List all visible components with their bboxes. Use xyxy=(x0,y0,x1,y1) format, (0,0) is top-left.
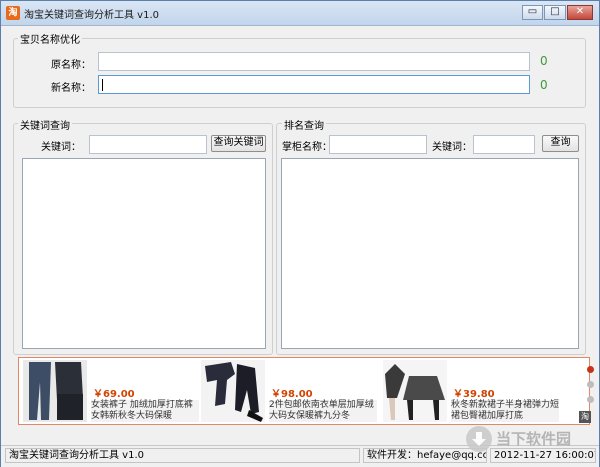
app-icon: 淘 xyxy=(6,6,20,20)
ad-price: ￥69.00 xyxy=(93,389,135,400)
ad-item-3[interactable]: ￥39.80 秋冬新款裙子半身裙弹力短裙包臀裙加厚打底 xyxy=(383,360,563,422)
ad-badge: 淘 xyxy=(579,411,591,423)
ad-price: ￥98.00 xyxy=(271,389,313,400)
new-name-label: 新名称： xyxy=(51,83,91,94)
ranking-query-group-label: 排名查询 xyxy=(282,117,326,132)
ad-item-1[interactable]: ￥69.00 女装裤子 加绒加厚打底裤 女韩新秋冬大码保暖 xyxy=(23,360,203,422)
leggings-thumbnail xyxy=(201,360,265,422)
minimize-button[interactable]: ▭ xyxy=(522,5,543,20)
original-name-count: 0 xyxy=(540,54,548,68)
query-keyword-button[interactable]: 查询关键词 xyxy=(211,135,266,152)
ad-item-2[interactable]: ￥98.00 2件包邮依南衣单层加厚绒大码女保暖裤九分冬 xyxy=(201,360,381,422)
ranking-keyword-label: 关键词： xyxy=(432,142,472,153)
name-optimize-group-label: 宝贝名称优化 xyxy=(18,31,82,46)
carousel-dot-3[interactable] xyxy=(587,396,594,403)
status-app-name: 淘宝关键词查询分析工具 v1.0 xyxy=(5,448,360,463)
original-name-label: 原名称： xyxy=(51,60,91,71)
shop-name-label: 掌柜名称： xyxy=(282,142,332,153)
name-optimize-group xyxy=(13,38,586,108)
title-bar[interactable]: 淘 淘宝关键词查询分析工具 v1.0 ▭ □ ✕ xyxy=(1,1,599,26)
ranking-query-button[interactable]: 查询 xyxy=(542,135,579,152)
maximize-button[interactable]: □ xyxy=(544,5,566,20)
shop-name-input[interactable] xyxy=(329,135,427,154)
keyword-results-list[interactable] xyxy=(22,158,266,349)
jeans-thumbnail xyxy=(23,360,87,422)
ranking-keyword-input[interactable] xyxy=(473,135,535,154)
ad-description: 秋冬新款裙子半身裙弹力短裙包臀裙加厚打底 xyxy=(451,400,560,422)
ad-price: ￥39.80 xyxy=(453,389,495,400)
download-arrow-icon xyxy=(466,426,492,452)
carousel-dot-1[interactable] xyxy=(587,366,594,373)
ad-banner[interactable]: ￥69.00 女装裤子 加绒加厚打底裤 女韩新秋冬大码保暖 ￥98.00 2件包… xyxy=(18,357,594,425)
ad-description: 女装裤子 加绒加厚打底裤 女韩新秋冬大码保暖 xyxy=(91,400,199,422)
carousel-dot-2[interactable] xyxy=(587,381,594,388)
new-name-count: 0 xyxy=(540,78,548,92)
keyword-label: 关键词： xyxy=(41,142,81,153)
text-caret xyxy=(102,79,103,91)
watermark-text: 当下软件园 xyxy=(496,430,572,448)
skirt-thumbnail xyxy=(383,360,447,422)
watermark: 当下软件园 xyxy=(466,424,600,456)
main-window: 淘 淘宝关键词查询分析工具 v1.0 ▭ □ ✕ 宝贝名称优化 原名称： 0 新… xyxy=(0,0,600,467)
ad-description: 2件包邮依南衣单层加厚绒大码女保暖裤九分冬 xyxy=(269,400,377,422)
window-title: 淘宝关键词查询分析工具 v1.0 xyxy=(24,10,159,21)
new-name-input[interactable] xyxy=(98,75,530,94)
close-button[interactable]: ✕ xyxy=(567,5,593,20)
keyword-input[interactable] xyxy=(89,135,207,154)
keyword-query-group-label: 关键词查询 xyxy=(18,117,72,132)
ranking-results-list[interactable] xyxy=(281,158,579,349)
original-name-input[interactable] xyxy=(98,52,530,71)
